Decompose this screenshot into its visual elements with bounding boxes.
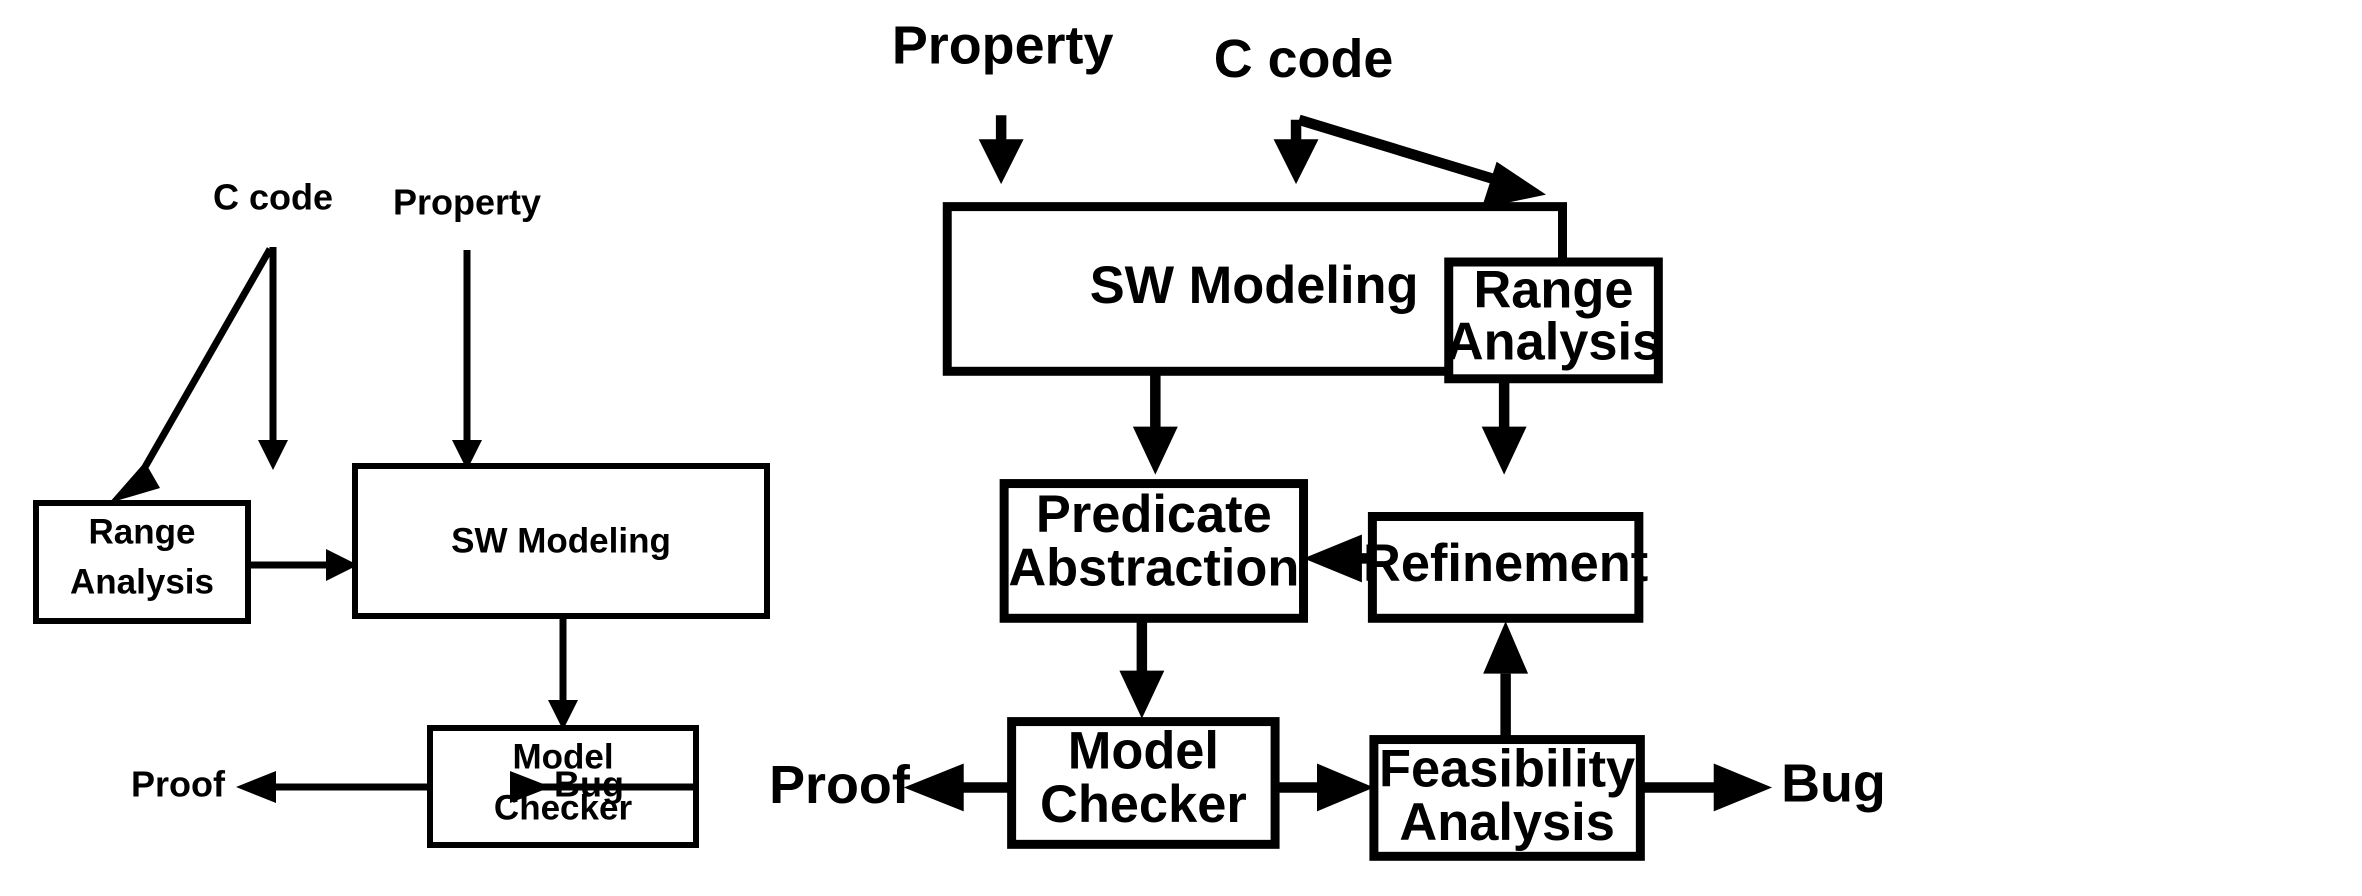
right-edge-feasibility-analysis-to-bug — [1640, 763, 1773, 812]
left-range-analysis-label-line1: Range — [89, 512, 196, 551]
right-edge-ccode-to-sw-modeling — [1273, 119, 1319, 185]
left-label-property: Property — [393, 182, 541, 223]
right-box-feasibility-analysis[interactable]: Feasibility Analysis — [1369, 735, 1645, 861]
left-range-analysis-label-line2: Analysis — [70, 562, 214, 601]
right-feasibility-analysis-label-line1: Feasibility — [1379, 740, 1635, 798]
left-edge-sw-modeling-to-model-checker — [548, 616, 578, 730]
left-edge-range-analysis-to-sw-modeling — [248, 549, 358, 581]
left-diagram: C code Property Range Analysis SW Modeli… — [33, 177, 770, 848]
left-sw-modeling-label: SW Modeling — [451, 521, 671, 560]
left-box-range-analysis[interactable]: Range Analysis — [33, 500, 251, 624]
right-range-analysis-label-line2: Analysis — [1446, 314, 1661, 372]
left-label-c-code: C code — [213, 177, 333, 218]
right-label-bug: Bug — [1781, 754, 1886, 814]
left-edge-ccode-to-sw-modeling — [258, 247, 288, 470]
right-edge-ccode-to-range-analysis — [1297, 114, 1547, 209]
left-edge-model-checker-to-proof — [236, 771, 430, 803]
right-label-property: Property — [892, 16, 1114, 76]
right-sw-modeling-label: SW Modeling — [1090, 257, 1419, 315]
right-edge-sw-modeling-to-predicate-abstraction — [1132, 371, 1178, 475]
right-edge-feasibility-analysis-to-refinement — [1483, 621, 1529, 740]
right-edge-range-analysis-to-refinement — [1481, 378, 1527, 475]
right-edge-model-checker-to-proof — [903, 763, 1012, 812]
left-label-bug: Bug — [554, 764, 624, 805]
diagram-canvas: C code Property Range Analysis SW Modeli… — [0, 0, 2362, 896]
left-label-proof: Proof — [131, 764, 226, 805]
left-edge-property-to-sw-modeling — [452, 250, 482, 470]
left-box-sw-modeling[interactable]: SW Modeling — [352, 463, 770, 619]
right-edge-predicate-abstraction-to-model-checker — [1119, 618, 1165, 719]
right-edge-model-checker-to-feasibility-analysis — [1275, 763, 1374, 812]
right-predicate-abstraction-label-line2: Abstraction — [1008, 540, 1299, 598]
right-model-checker-label-line1: Model — [1068, 722, 1219, 780]
right-feasibility-analysis-label-line2: Analysis — [1399, 794, 1614, 852]
right-predicate-abstraction-label-line1: Predicate — [1036, 486, 1272, 544]
right-model-checker-label-line2: Checker — [1040, 776, 1247, 834]
left-edge-ccode-to-range-analysis — [109, 247, 274, 503]
right-box-model-checker[interactable]: Model Checker — [1007, 717, 1280, 849]
right-box-refinement[interactable]: Refinement — [1363, 512, 1648, 623]
right-label-proof: Proof — [769, 755, 911, 815]
right-diagram: Property C code SW Modeling Range Analys… — [769, 16, 1886, 861]
verification-flow-diagram: C code Property Range Analysis SW Modeli… — [33, 16, 1886, 861]
right-range-analysis-label-line1: Range — [1473, 261, 1633, 319]
right-label-c-code: C code — [1214, 29, 1394, 89]
right-refinement-label: Refinement — [1363, 535, 1648, 593]
right-edge-property-to-sw-modeling — [978, 115, 1024, 185]
right-box-range-analysis[interactable]: Range Analysis — [1444, 257, 1663, 384]
right-box-predicate-abstraction[interactable]: Predicate Abstraction — [999, 479, 1309, 623]
